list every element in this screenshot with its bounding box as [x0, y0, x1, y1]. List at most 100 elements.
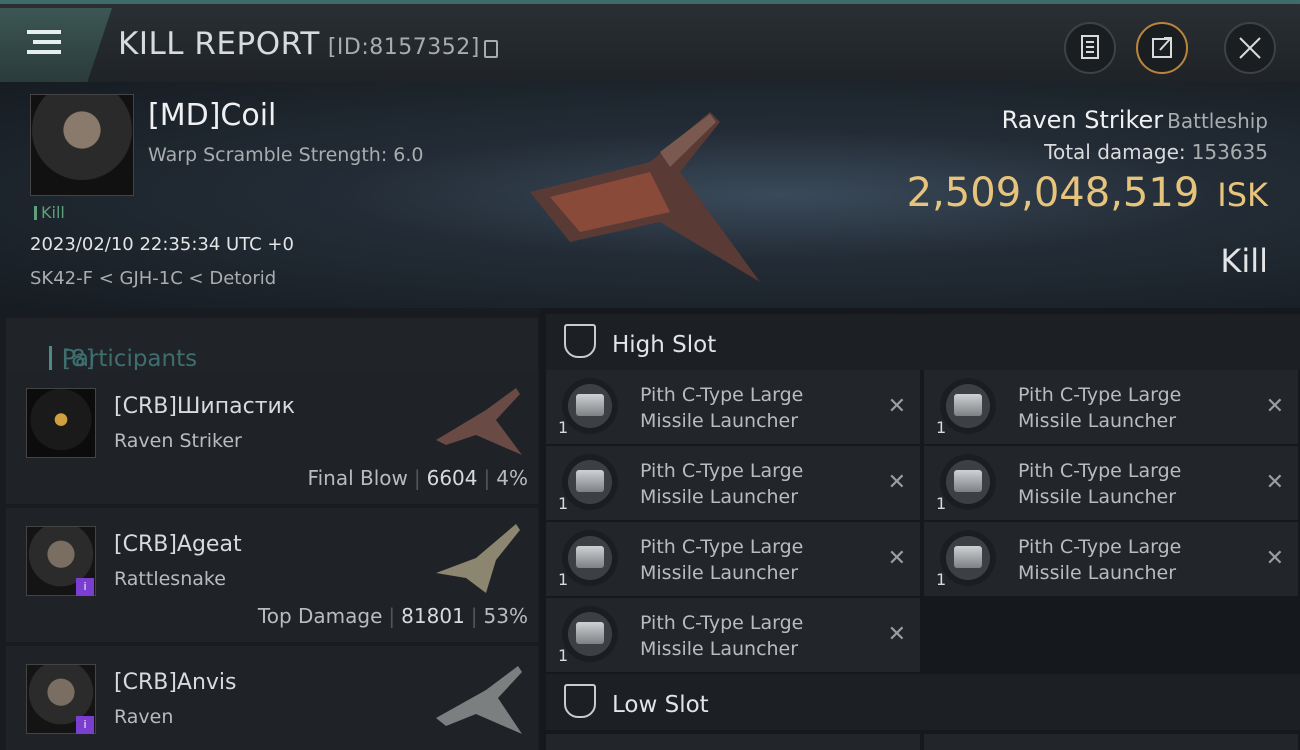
- module-name: Pith C-Type Large Missile Launcher: [1018, 382, 1248, 434]
- isk-unit: ISK: [1217, 176, 1268, 214]
- victim-ship[interactable]: Raven Striker Battleship: [1002, 106, 1268, 134]
- close-icon: [1239, 37, 1261, 59]
- module-item[interactable]: 1 Pith C-Type Large Missile Launcher ✕: [924, 370, 1298, 444]
- low-slot-header[interactable]: Low Slot: [546, 674, 1300, 730]
- copy-icon[interactable]: [484, 40, 498, 58]
- participant-percent: 53%: [483, 604, 528, 628]
- report-id: [ID:8157352]: [327, 35, 480, 60]
- participant-card[interactable]: i [CRB]Anvis Raven: [6, 646, 538, 750]
- module-glyph: [576, 470, 604, 492]
- participant-card[interactable]: [CRB]Шипастик Raven Striker Final Blow | 6…: [6, 370, 538, 504]
- module-quantity: 1: [936, 570, 947, 589]
- module-name-line2: Missile Launcher: [640, 486, 799, 508]
- module-item[interactable]: 1 Pith C-Type Large Missile Launcher ✕: [546, 446, 920, 520]
- module-name-line2: Missile Launcher: [1018, 410, 1177, 432]
- isk-value: 2,509,048,519 ISK: [907, 170, 1268, 216]
- participants-header[interactable]: Participants [8]: [6, 318, 538, 374]
- participant-role: Top Damage: [257, 604, 383, 628]
- fitting-panel: High Slot 1 Pith C-Type Large Missile Lau…: [540, 308, 1300, 750]
- kill-datetime: 2023/02/10 22:35:34 UTC +0: [30, 234, 294, 255]
- total-damage-value: 153635: [1191, 140, 1268, 164]
- ship-class: Battleship: [1167, 109, 1268, 133]
- low-slot-icon: [564, 684, 596, 718]
- low-slot-label: Low Slot: [612, 692, 709, 718]
- clipboard-button[interactable]: [1064, 22, 1116, 74]
- title-text: KILL REPORT: [118, 26, 320, 62]
- menu-icon-bar: [33, 40, 61, 44]
- participant-name: [CRB]Anvis: [114, 670, 237, 695]
- destroyed-icon: ✕: [887, 470, 906, 495]
- module-quantity: 1: [558, 646, 569, 665]
- ship-name: Raven Striker: [1001, 106, 1164, 134]
- missile-launcher-icon: [562, 454, 618, 510]
- module-glyph: [576, 622, 604, 644]
- module-glyph: [954, 470, 982, 492]
- module-name-line1: Pith C-Type Large: [640, 384, 804, 406]
- module-quantity: 1: [936, 494, 947, 513]
- export-icon: [1152, 37, 1172, 58]
- module-name-line2: Missile Launcher: [640, 638, 799, 660]
- module-item[interactable]: [546, 734, 920, 750]
- module-name-line1: Pith C-Type Large: [640, 460, 804, 482]
- participant-ship-icon: [436, 524, 520, 593]
- info-badge-icon: i: [76, 716, 94, 734]
- menu-icon-bar: [27, 50, 61, 54]
- close-button[interactable]: [1224, 22, 1276, 74]
- high-slot-header[interactable]: High Slot: [546, 314, 1300, 370]
- separator: |: [483, 466, 491, 490]
- menu-icon: [27, 30, 61, 34]
- module-glyph: [954, 546, 982, 568]
- module-item[interactable]: 1 Pith C-Type Large Missile Launcher ✕: [546, 598, 920, 672]
- module-glyph: [576, 394, 604, 416]
- participant-ship: Raven: [114, 706, 174, 728]
- participant-stats: Final Blow | 6604 | 4%: [308, 466, 528, 490]
- destroyed-icon: ✕: [887, 394, 906, 419]
- module-item[interactable]: 1 Pith C-Type Large Missile Launcher ✕: [924, 522, 1298, 596]
- participant-card[interactable]: i [CRB]Ageat Rattlesnake Top Damage | 8180…: [6, 508, 538, 642]
- destroyed-icon: ✕: [1265, 394, 1284, 419]
- separator: |: [413, 466, 421, 490]
- participant-ship-icon: [436, 388, 522, 455]
- destroyed-icon: ✕: [1265, 470, 1284, 495]
- separator: |: [470, 604, 478, 628]
- ship-render: [530, 112, 760, 282]
- page-title: KILL REPORT [ID:8157352]: [118, 26, 480, 62]
- missile-launcher-icon: [562, 378, 618, 434]
- menu-button[interactable]: [0, 8, 112, 82]
- module-quantity: 1: [558, 570, 569, 589]
- participant-stats: Top Damage | 81801 | 53%: [258, 604, 528, 628]
- module-name: Pith C-Type Large Missile Launcher: [640, 382, 870, 434]
- module-item[interactable]: 1 Pith C-Type Large Missile Launcher ✕: [546, 370, 920, 444]
- module-name: Pith C-Type Large Missile Launcher: [640, 534, 870, 586]
- missile-launcher-icon: [940, 530, 996, 586]
- module-item[interactable]: 1 Pith C-Type Large Missile Launcher ✕: [924, 446, 1298, 520]
- missile-launcher-icon: [562, 606, 618, 662]
- victim-name[interactable]: [MD]Coil: [148, 98, 276, 133]
- module-name-line1: Pith C-Type Large: [1018, 536, 1182, 558]
- header-bar: KILL REPORT [ID:8157352]: [0, 0, 1300, 82]
- module-item[interactable]: 1 Pith C-Type Large Missile Launcher ✕: [546, 522, 920, 596]
- missile-launcher-icon: [940, 378, 996, 434]
- export-button[interactable]: [1136, 22, 1188, 74]
- kill-location[interactable]: SK42-F < GJH-1C < Detorid: [30, 268, 276, 289]
- participant-avatar: [26, 388, 96, 458]
- participants-panel: Participants [8] [CRB]Шипастик Raven Str…: [0, 308, 540, 750]
- participant-role: Final Blow: [307, 466, 408, 490]
- victim-portrait[interactable]: [30, 94, 134, 196]
- module-item[interactable]: [924, 734, 1298, 750]
- module-quantity: 1: [936, 418, 947, 437]
- module-name: Pith C-Type Large Missile Launcher: [640, 458, 870, 510]
- high-slot-icon: [564, 324, 596, 358]
- total-damage: Total damage: 153635: [1044, 140, 1268, 164]
- participant-ship-icon: [436, 666, 522, 734]
- clipboard-icon: [1081, 35, 1099, 59]
- module-name-line2: Missile Launcher: [640, 562, 799, 584]
- module-name-line2: Missile Launcher: [640, 410, 799, 432]
- module-name: Pith C-Type Large Missile Launcher: [1018, 458, 1248, 510]
- module-glyph: [576, 546, 604, 568]
- participant-name: [CRB]Шипастик: [114, 394, 296, 419]
- participant-ship: Raven Striker: [114, 430, 242, 452]
- kill-tag: Kill: [34, 205, 65, 221]
- result-label: Kill: [1220, 242, 1268, 280]
- participant-damage: 6604: [426, 466, 478, 490]
